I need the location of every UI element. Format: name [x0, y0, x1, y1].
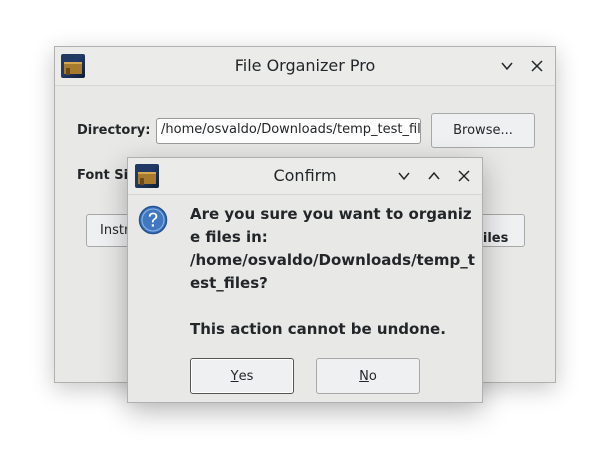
- dialog-titlebar[interactable]: Confirm: [128, 158, 482, 195]
- dialog-close-button[interactable]: [454, 166, 474, 186]
- yes-mnemonic: Y: [230, 368, 239, 384]
- close-icon: [458, 170, 470, 182]
- question-icon: [138, 205, 168, 235]
- close-icon: [531, 60, 543, 72]
- no-mnemonic: N: [359, 368, 369, 384]
- chevron-up-icon: [428, 171, 440, 180]
- directory-input[interactable]: /home/osvaldo/Downloads/temp_test_files: [156, 118, 421, 144]
- no-button[interactable]: No: [316, 358, 420, 394]
- chevron-down-icon: [501, 62, 513, 71]
- yes-button[interactable]: Yes: [190, 358, 294, 394]
- browse-button[interactable]: Browse...: [431, 113, 535, 148]
- chevron-down-icon: [398, 172, 410, 181]
- directory-label: Directory:: [77, 123, 151, 138]
- main-window-title: File Organizer Pro: [234, 56, 376, 75]
- no-label: o: [368, 368, 377, 384]
- yes-label: es: [238, 368, 254, 384]
- dialog-minimize-button[interactable]: [394, 166, 414, 186]
- close-button[interactable]: [527, 56, 547, 76]
- main-titlebar[interactable]: File Organizer Pro: [55, 47, 555, 86]
- dialog-maximize-button[interactable]: [424, 166, 444, 186]
- confirm-message: Are you sure you want to organize files …: [190, 205, 475, 338]
- app-icon[interactable]: [135, 164, 159, 188]
- minimize-button[interactable]: [497, 56, 517, 76]
- app-icon[interactable]: [61, 54, 85, 78]
